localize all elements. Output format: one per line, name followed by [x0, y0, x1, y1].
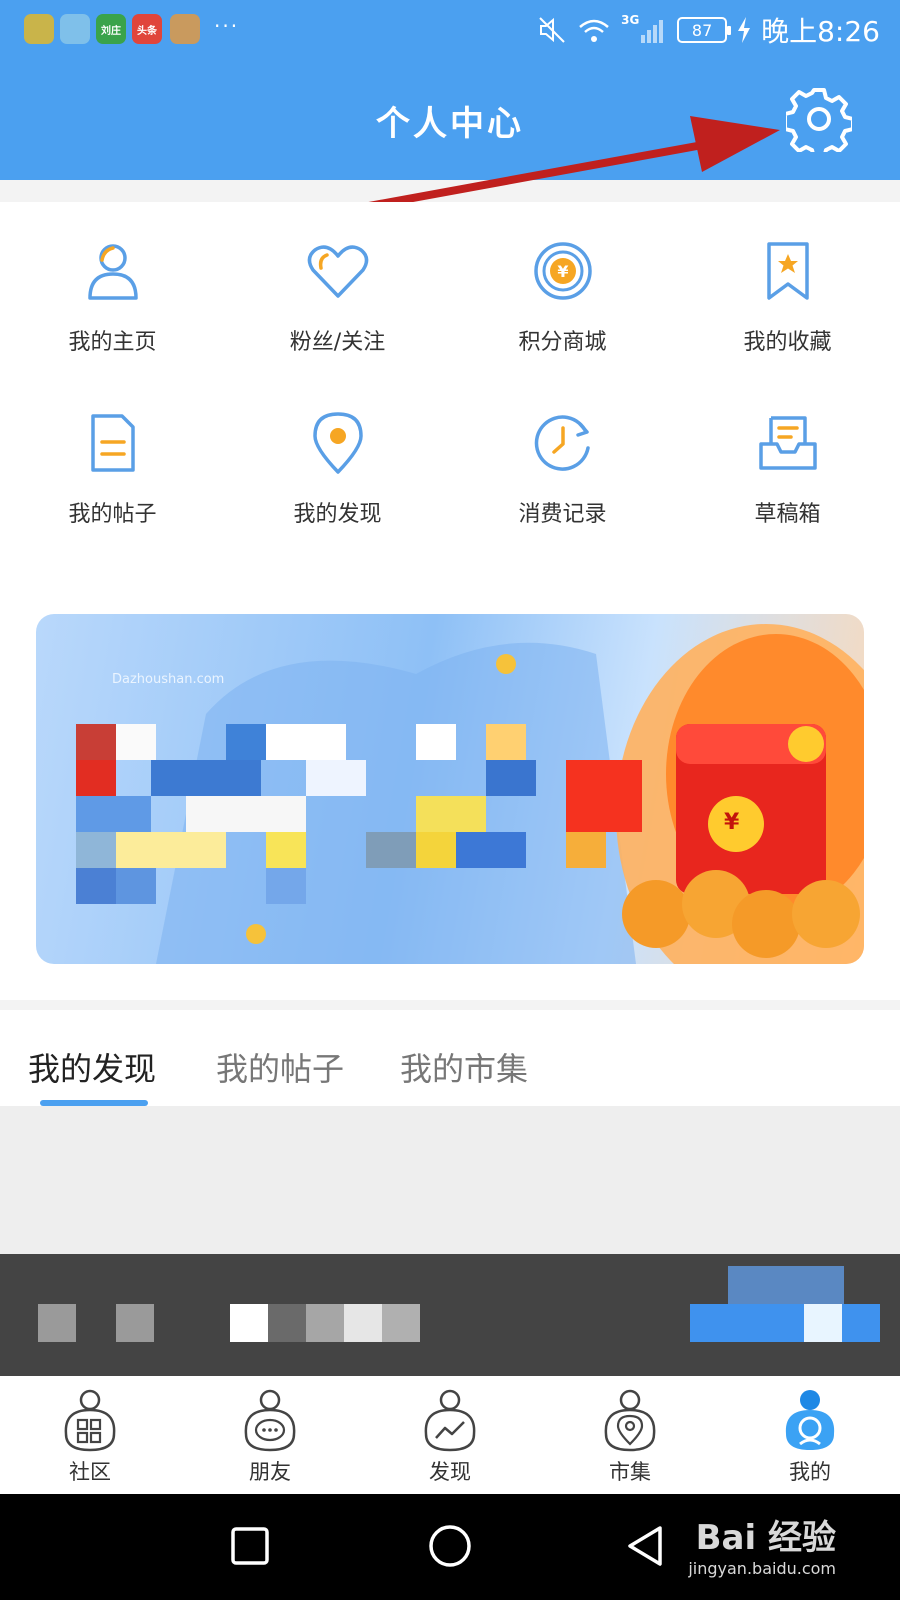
home-icon[interactable]: [420, 1516, 480, 1576]
nav-item-market[interactable]: 市集: [540, 1376, 720, 1494]
baidu-jingyan-watermark: Bai 经验 jingyan.baidu.com: [688, 1510, 836, 1578]
nav-label: 发现: [429, 1460, 471, 1484]
banner-site-label: Dazhoushan.com: [112, 672, 225, 687]
menu-item-favorites[interactable]: 我的收藏: [675, 202, 900, 355]
promo-banner[interactable]: ¥ Dazhoushan.com: [36, 614, 864, 964]
more-notifications: ···: [214, 14, 240, 38]
inbox-tray-icon: [759, 416, 817, 470]
mute-icon: [539, 17, 565, 43]
status-bar: 刘庄 头条 ··· 3G 87 晚上8:26: [0, 0, 900, 62]
user-icon: [88, 244, 138, 300]
nav-item-friends[interactable]: 朋友: [180, 1376, 360, 1494]
notification-app-icon: [60, 14, 90, 44]
recent-apps-icon[interactable]: [220, 1516, 280, 1576]
menu-grid: 我的主页 粉丝/关注 ¥ 积分商城 我的收藏 我的帖子 我的发现 消费记录 草稿…: [0, 202, 900, 592]
nav-item-community[interactable]: 社区: [0, 1376, 180, 1494]
pixelated-ad-bar[interactable]: [0, 1254, 900, 1376]
menu-item-my-discovery[interactable]: 我的发现: [225, 374, 450, 527]
battery-indicator: 87: [677, 17, 732, 43]
notification-app-icon: [24, 14, 54, 44]
menu-item-label: 我的帖子: [68, 502, 157, 527]
menu-item-label: 我的收藏: [743, 330, 832, 355]
nav-item-me[interactable]: 我的: [720, 1376, 900, 1494]
gear-icon[interactable]: [786, 86, 852, 152]
tab-my-posts[interactable]: 我的帖子: [216, 1044, 344, 1090]
watermark-url: jingyan.baidu.com: [688, 1559, 836, 1578]
menu-item-points-mall[interactable]: ¥ 积分商城: [450, 202, 675, 355]
nav-label: 市集: [609, 1460, 651, 1484]
svg-text:¥: ¥: [557, 262, 568, 281]
system-navigation-bar: Bai 经验 jingyan.baidu.com: [0, 1494, 900, 1600]
menu-item-label: 粉丝/关注: [289, 330, 386, 355]
clock-icon: [534, 415, 590, 471]
menu-item-label: 我的主页: [68, 330, 157, 355]
nav-label: 朋友: [249, 1460, 291, 1484]
market-pin-icon: [604, 1389, 656, 1452]
wifi-icon: [579, 19, 609, 42]
community-icon: [64, 1389, 116, 1452]
nav-item-discover[interactable]: 发现: [360, 1376, 540, 1494]
status-time: 晚上8:26: [761, 15, 880, 48]
heart-icon: [307, 245, 369, 298]
tab-my-market[interactable]: 我的市集: [400, 1044, 528, 1090]
nav-label: 社区: [69, 1460, 111, 1484]
banner-pixelated-text: [76, 724, 666, 924]
charging-icon: [738, 17, 751, 43]
menu-item-label: 我的发现: [293, 502, 382, 527]
menu-item-fans-follow[interactable]: 粉丝/关注: [225, 202, 450, 355]
tab-my-discovery[interactable]: 我的发现: [28, 1044, 156, 1090]
location-pin-icon: [313, 412, 363, 474]
watermark-brand: Bai 经验: [695, 1518, 836, 1558]
profile-icon: [785, 1390, 835, 1450]
banner-section: ¥ Dazhoushan.com: [0, 592, 900, 1000]
notification-app-icon: 头条: [132, 14, 162, 44]
nav-label: 我的: [789, 1460, 831, 1484]
bottom-navigation: 社区 朋友 发现 市集 我的: [0, 1376, 900, 1494]
back-icon[interactable]: [616, 1516, 676, 1576]
menu-item-drafts[interactable]: 草稿箱: [675, 374, 900, 527]
notification-app-icon: 刘庄: [96, 14, 126, 44]
bookmark-star-icon: [767, 242, 809, 300]
tab-content-area: [0, 1106, 900, 1254]
menu-item-my-posts[interactable]: 我的帖子: [0, 374, 225, 527]
menu-item-my-homepage[interactable]: 我的主页: [0, 202, 225, 355]
yen-coin-icon: ¥: [534, 242, 592, 300]
menu-item-label: 消费记录: [518, 502, 607, 527]
content-tabs: 我的发现 我的帖子 我的市集: [0, 1010, 900, 1106]
menu-item-label: 积分商城: [518, 330, 607, 355]
notification-app-icon: [170, 14, 200, 44]
trend-icon: [424, 1389, 476, 1452]
cell-signal-icon: 3G: [621, 13, 667, 45]
menu-item-label: 草稿箱: [754, 502, 821, 527]
chat-bubble-icon: [244, 1389, 296, 1452]
menu-item-spending-records[interactable]: 消费记录: [450, 374, 675, 527]
banner-yen-symbol: ¥: [724, 810, 740, 835]
document-icon: [91, 414, 135, 472]
